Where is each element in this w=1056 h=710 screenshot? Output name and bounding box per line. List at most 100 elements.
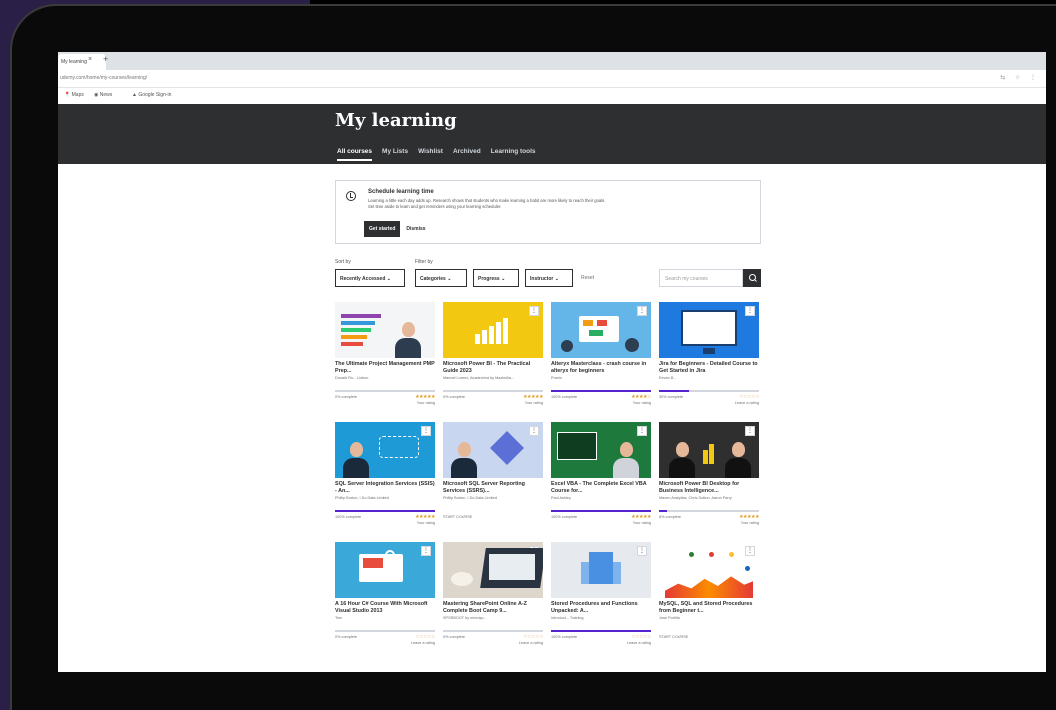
star-rating[interactable]: ☆☆☆☆☆ bbox=[631, 634, 651, 640]
browser-tab-bar: My learning × + bbox=[58, 52, 1046, 70]
start-course-link[interactable]: START COURSE bbox=[659, 635, 688, 639]
course-card[interactable]: ⋮ MySQL, SQL and Stored Procedures from … bbox=[659, 542, 759, 646]
course-title[interactable]: Stored Procedures and Functions Unpacked… bbox=[551, 601, 651, 614]
course-card[interactable]: ⋮ Mastering SharePoint Online A-Z Comple… bbox=[443, 542, 543, 646]
course-card[interactable]: ⋮ Microsoft SQL Server Reporting Service… bbox=[443, 422, 543, 526]
progress-bar bbox=[443, 630, 543, 632]
course-card[interactable]: ⋮ Alteryx Masterclass - crash course in … bbox=[551, 302, 651, 406]
sort-dropdown[interactable]: Recently Accessed ⌄ bbox=[335, 269, 405, 287]
course-title[interactable]: Excel VBA - The Complete Excel VBA Cours… bbox=[551, 481, 651, 494]
course-title[interactable]: MySQL, SQL and Stored Procedures from Be… bbox=[659, 601, 759, 614]
categories-dropdown[interactable]: Categories ⌄ bbox=[415, 269, 467, 287]
progress-fill bbox=[659, 390, 689, 392]
more-options-icon[interactable]: ⋮ bbox=[637, 426, 647, 436]
dismiss-button[interactable]: Dismiss bbox=[406, 226, 425, 232]
new-tab-icon[interactable]: + bbox=[103, 54, 108, 64]
star-rating[interactable]: ★★★★★ bbox=[631, 514, 651, 520]
course-thumbnail[interactable]: ⋮ bbox=[443, 422, 543, 478]
course-card[interactable]: ⋮ Jira for Beginners - Detailed Course t… bbox=[659, 302, 759, 406]
course-card[interactable]: ⋮ Stored Procedures and Functions Unpack… bbox=[551, 542, 651, 646]
star-rating[interactable]: ★★★★★ bbox=[523, 394, 543, 400]
course-author: Maven Analytics, Chris Dutton, Aaron Par… bbox=[659, 496, 732, 500]
rating-label: Leave a rating bbox=[734, 401, 759, 405]
course-thumbnail[interactable] bbox=[335, 302, 435, 358]
tab-all-courses[interactable]: All courses bbox=[337, 148, 373, 161]
address-bar[interactable]: udemy.com/home/my-courses/learning/ ⇆ ☆ … bbox=[58, 70, 1046, 88]
progress-dropdown[interactable]: Progress ⌄ bbox=[473, 269, 519, 287]
tab-learning-tools[interactable]: Learning tools bbox=[491, 148, 536, 161]
rating-label: Your rating bbox=[416, 521, 435, 525]
reminder-text: Learning a little each day adds up. Rese… bbox=[368, 198, 606, 209]
course-card[interactable]: The Ultimate Project Management PMP Prep… bbox=[335, 302, 435, 406]
course-title[interactable]: Microsoft Power BI - The Practical Guide… bbox=[443, 361, 543, 374]
more-options-icon[interactable]: ⋮ bbox=[421, 546, 431, 556]
progress-fill bbox=[659, 510, 667, 512]
tab-archived[interactable]: Archived bbox=[453, 148, 481, 161]
star-rating[interactable]: ★★★★★ bbox=[415, 514, 435, 520]
course-author: Manuel Lorenz, Academind by Maximilia... bbox=[443, 376, 515, 380]
course-thumbnail[interactable]: ⋮ bbox=[659, 422, 759, 478]
chevron-down-icon: ⌄ bbox=[386, 276, 391, 282]
star-rating[interactable]: ★★★★★ bbox=[739, 514, 759, 520]
course-card[interactable]: ⋮ SQL Server Integration Services (SSIS)… bbox=[335, 422, 435, 526]
reset-button[interactable]: Reset bbox=[581, 275, 594, 281]
progress-bar bbox=[659, 510, 759, 512]
course-title[interactable]: A 16 Hour C# Course With Microsoft Visua… bbox=[335, 601, 435, 614]
course-thumbnail[interactable]: ⋮ bbox=[335, 422, 435, 478]
more-options-icon[interactable]: ⋮ bbox=[529, 426, 539, 436]
filter-bar: Recently Accessed ⌄ Categories ⌄ Progres… bbox=[335, 269, 761, 287]
close-icon[interactable]: × bbox=[88, 56, 92, 63]
course-title[interactable]: Microsoft Power BI Desktop for Business … bbox=[659, 481, 759, 494]
course-title[interactable]: SQL Server Integration Services (SSIS) -… bbox=[335, 481, 435, 494]
browser-screen: My learning × + udemy.com/home/my-course… bbox=[58, 52, 1046, 672]
page-header: My learning All courses My Lists Wishlis… bbox=[58, 104, 1046, 164]
bookmark-google[interactable]: ▲ Google Sign-in bbox=[132, 92, 171, 98]
star-rating[interactable]: ★★★★☆ bbox=[631, 394, 651, 400]
start-course-link[interactable]: START COURSE bbox=[443, 515, 472, 519]
course-thumbnail[interactable]: ⋮ bbox=[551, 422, 651, 478]
star-rating[interactable]: ☆☆☆☆☆ bbox=[415, 634, 435, 640]
star-rating[interactable]: ★★★★★ bbox=[415, 394, 435, 400]
progress-bar bbox=[551, 630, 651, 632]
course-thumbnail[interactable]: ⋮ bbox=[659, 302, 759, 358]
course-title[interactable]: Alteryx Masterclass - crash course in al… bbox=[551, 361, 651, 374]
star-rating[interactable]: ☆☆☆☆☆ bbox=[739, 394, 759, 400]
course-card[interactable]: ⋮ Microsoft Power BI Desktop for Busines… bbox=[659, 422, 759, 526]
bookmark-news[interactable]: ◉ News bbox=[94, 92, 112, 98]
star-rating[interactable]: ☆☆☆☆☆ bbox=[523, 634, 543, 640]
get-started-button[interactable]: Get started bbox=[364, 221, 401, 237]
url-text[interactable]: udemy.com/home/my-courses/learning/ bbox=[60, 75, 147, 81]
course-thumbnail[interactable]: ⋮ bbox=[443, 542, 543, 598]
more-options-icon[interactable]: ⋮ bbox=[637, 546, 647, 556]
course-author: Tom bbox=[335, 616, 343, 620]
more-options-icon[interactable]: ⋮ bbox=[745, 546, 755, 556]
course-title[interactable]: Jira for Beginners - Detailed Course to … bbox=[659, 361, 759, 374]
rating-label: Your rating bbox=[632, 401, 651, 405]
course-thumbnail[interactable]: ⋮ bbox=[551, 302, 651, 358]
completion-text: 0% complete bbox=[443, 395, 465, 399]
search-icon[interactable] bbox=[743, 269, 761, 287]
course-thumbnail[interactable]: ⋮ bbox=[659, 542, 759, 598]
more-options-icon[interactable]: ⋮ bbox=[745, 306, 755, 316]
instructor-dropdown[interactable]: Instructor ⌄ bbox=[525, 269, 573, 287]
course-card[interactable]: ⋮ A 16 Hour C# Course With Microsoft Vis… bbox=[335, 542, 435, 646]
rating-label: Your rating bbox=[740, 521, 759, 525]
course-card[interactable]: ⋮ Excel VBA - The Complete Excel VBA Cou… bbox=[551, 422, 651, 526]
course-thumbnail[interactable]: ⋮ bbox=[335, 542, 435, 598]
bookmark-maps[interactable]: 📍 Maps bbox=[64, 92, 84, 98]
course-card[interactable]: ⋮ Microsoft Power BI - The Practical Gui… bbox=[443, 302, 543, 406]
course-title[interactable]: Microsoft SQL Server Reporting Services … bbox=[443, 481, 543, 494]
more-options-icon[interactable]: ⋮ bbox=[421, 426, 431, 436]
search-input[interactable]: Search my courses bbox=[659, 269, 743, 287]
browser-tab[interactable]: My learning × bbox=[58, 54, 106, 70]
course-thumbnail[interactable]: ⋮ bbox=[443, 302, 543, 358]
tab-my-lists[interactable]: My Lists bbox=[382, 148, 408, 161]
course-title[interactable]: Mastering SharePoint Online A-Z Complete… bbox=[443, 601, 543, 614]
course-thumbnail[interactable]: ⋮ bbox=[551, 542, 651, 598]
tab-wishlist[interactable]: Wishlist bbox=[418, 148, 443, 161]
address-bar-icons[interactable]: ⇆ ☆ ⋮ bbox=[1000, 74, 1040, 81]
more-options-icon[interactable]: ⋮ bbox=[745, 426, 755, 436]
course-title[interactable]: The Ultimate Project Management PMP Prep… bbox=[335, 361, 435, 374]
more-options-icon[interactable]: ⋮ bbox=[529, 306, 539, 316]
more-options-icon[interactable]: ⋮ bbox=[637, 306, 647, 316]
